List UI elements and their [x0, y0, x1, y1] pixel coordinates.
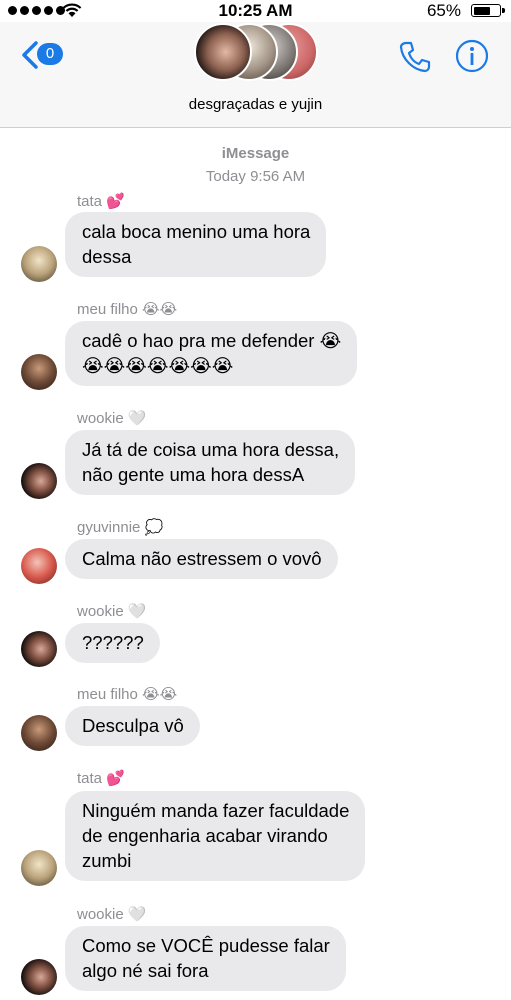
sender-emoji: 💕: [106, 769, 125, 787]
avatar[interactable]: [21, 246, 57, 282]
message-bubble[interactable]: ??????: [65, 623, 160, 663]
sender-emoji: 💕: [106, 192, 125, 210]
avatar[interactable]: [21, 354, 57, 390]
battery-icon: [471, 4, 505, 17]
sender-name: wookie 🤍: [77, 409, 147, 427]
message-bubble[interactable]: Calma não estressem o vovô: [65, 539, 338, 579]
message-bubble[interactable]: Como se VOCÊ pudesse falar algo né sai fo…: [65, 926, 346, 991]
group-avatar-stack[interactable]: [194, 23, 318, 83]
sender-name: wookie 🤍: [77, 905, 147, 923]
conversation-header: 0 desgraçadas e yujin: [0, 22, 511, 128]
sender-name: meu filho 😭😭: [77, 685, 178, 703]
phone-icon[interactable]: [398, 40, 432, 74]
sender-emoji: 😭😭: [142, 300, 178, 318]
unread-count-badge[interactable]: 0: [37, 43, 63, 65]
sender-name: tata 💕: [77, 769, 125, 787]
avatar[interactable]: [21, 715, 57, 751]
battery-percent: 65%: [426, 1, 461, 20]
sender-name: wookie 🤍: [77, 602, 147, 620]
info-icon[interactable]: [455, 39, 489, 73]
sender-emoji: 😭😭: [142, 685, 178, 703]
avatar: [194, 23, 252, 81]
status-bar: 10:25 AM 65%: [0, 0, 511, 22]
sender-name: tata 💕: [77, 192, 125, 210]
sender-emoji: 🤍: [127, 602, 147, 620]
avatar[interactable]: [21, 548, 57, 584]
sender-emoji: 🤍: [127, 409, 147, 427]
message-bubble[interactable]: cala boca menino uma hora dessa: [65, 212, 327, 277]
avatar[interactable]: [21, 463, 57, 499]
sender-emoji: 💭: [144, 518, 164, 536]
service-label: iMessage: [221, 145, 290, 162]
message-bubble[interactable]: Ninguém manda fazer faculdade de engenhar…: [65, 791, 366, 881]
sender-name: meu filho 😭😭: [77, 300, 178, 318]
message-timestamp: Today 9:56 AM: [205, 168, 306, 185]
message-bubble[interactable]: Desculpa vô: [65, 706, 200, 746]
avatar[interactable]: [21, 631, 57, 667]
avatar[interactable]: [21, 850, 57, 886]
group-name[interactable]: desgraçadas e yujin: [0, 96, 511, 113]
message-bubble[interactable]: Já tá de coisa uma hora dessa, não gente …: [65, 430, 356, 495]
avatar[interactable]: [21, 959, 57, 995]
sender-name: gyuvinnie 💭: [77, 518, 164, 536]
message-bubble[interactable]: cadê o hao pra me defender 😭 😭😭😭😭😭😭😭: [65, 321, 358, 386]
sender-emoji: 🤍: [127, 905, 147, 923]
